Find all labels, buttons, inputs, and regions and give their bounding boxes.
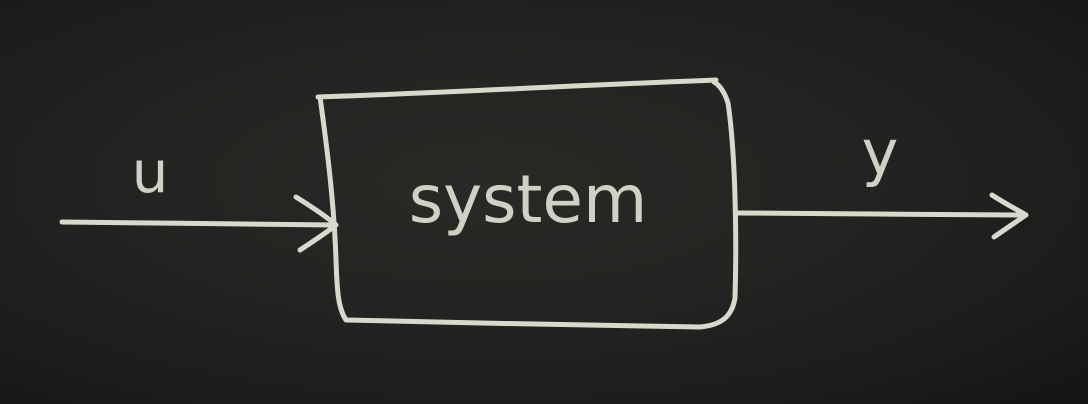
output-arrow [735,210,1027,218]
block-diagram: system u y [59,77,1029,330]
input-arrow [59,219,337,228]
system-label: system [409,161,648,238]
input-label: u [132,138,169,206]
output-label: y [862,116,899,189]
chalkboard: system u y [0,0,1088,404]
